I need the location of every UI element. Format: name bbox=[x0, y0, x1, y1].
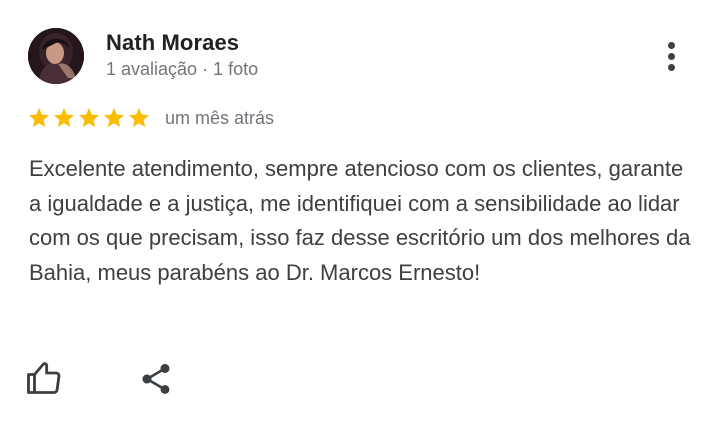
star-icon bbox=[104, 108, 124, 127]
like-button[interactable] bbox=[27, 361, 67, 401]
avatar[interactable] bbox=[28, 28, 84, 84]
avatar-image bbox=[28, 28, 84, 84]
review-time: um mês atrás bbox=[165, 107, 275, 128]
reviewer-name[interactable]: Nath Moraes bbox=[106, 30, 239, 56]
star-icon bbox=[79, 108, 99, 127]
reviewer-meta: 1 avaliação · 1 foto bbox=[106, 59, 259, 79]
share-button[interactable] bbox=[138, 361, 178, 401]
rating-row: um mês atrás bbox=[27, 104, 274, 132]
star-icon bbox=[129, 108, 149, 127]
star-rating bbox=[27, 106, 151, 130]
review-card: Nath Moraes 1 avaliação · 1 foto um mês … bbox=[0, 0, 720, 425]
star-icon bbox=[29, 108, 49, 127]
more-options-button[interactable] bbox=[656, 36, 688, 76]
thumbs-up-icon bbox=[27, 362, 61, 394]
share-icon bbox=[142, 364, 170, 394]
review-text: Excelente atendimento, sempre atencioso … bbox=[29, 156, 691, 285]
star-icon bbox=[54, 108, 74, 127]
